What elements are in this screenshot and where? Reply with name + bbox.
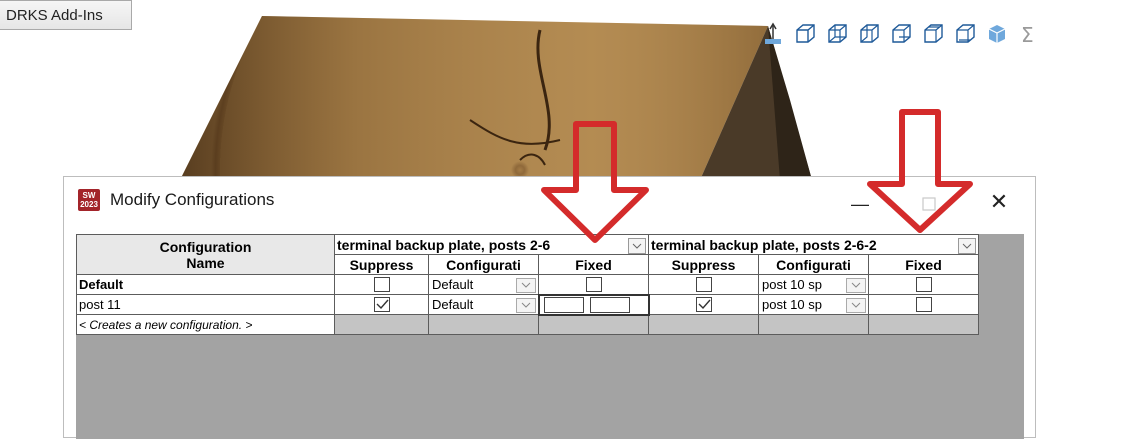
fixed-checkbox[interactable]: [585, 276, 602, 292]
config-name-cell[interactable]: post 11: [76, 294, 335, 315]
dialog-title: Modify Configurations: [110, 190, 275, 209]
suppress-checkbox[interactable]: [373, 277, 390, 292]
group-header-2[interactable]: terminal backup plate, posts 2-6-2: [648, 234, 979, 255]
suppress-checkbox-checked[interactable]: [695, 297, 712, 312]
front-view-icon[interactable]: [792, 21, 818, 47]
suppress-header: Suppress: [648, 254, 759, 275]
suppress-header: Suppress: [334, 254, 429, 275]
suppress-checkbox[interactable]: [695, 277, 712, 292]
fixed-checkbox[interactable]: [915, 277, 932, 292]
configuration-header: Configurati: [428, 254, 539, 275]
table-row-new: < Creates a new configuration. >: [76, 314, 979, 335]
close-button[interactable]: ✕: [979, 188, 1019, 216]
fixed-edit-box[interactable]: [543, 296, 584, 313]
svg-text:Σ: Σ: [1021, 23, 1034, 46]
fixed-cell[interactable]: [538, 274, 649, 295]
table-row: Default Default post 10 sp: [76, 274, 979, 295]
chevron-down-icon[interactable]: [846, 297, 866, 313]
sum-icon[interactable]: Σ: [1016, 21, 1042, 47]
solidworks-app-icon: SW 2023: [78, 189, 100, 211]
config-name-header: Configuration Name: [76, 234, 335, 275]
isometric-icon[interactable]: [984, 21, 1010, 47]
table-row: post 11 Default post 10 sp: [76, 293, 979, 316]
addins-tab-label: DRKS Add-Ins: [6, 7, 103, 24]
config-cell[interactable]: post 10 sp: [758, 294, 869, 315]
red-arrow-annotation: [541, 121, 649, 243]
config-cell[interactable]: post 10 sp: [758, 274, 869, 295]
normal-to-icon[interactable]: [760, 21, 786, 47]
config-cell[interactable]: Default: [428, 294, 539, 315]
view-toolbar: Σ: [760, 20, 1042, 48]
configuration-header: Configurati: [758, 254, 869, 275]
fixed-checkbox[interactable]: [915, 297, 932, 312]
fixed-cell[interactable]: [868, 274, 979, 295]
left-view-icon[interactable]: [856, 21, 882, 47]
fixed-header: Fixed: [538, 254, 649, 275]
configuration-table: Configuration Name terminal backup plate…: [76, 234, 979, 335]
configuration-grid: Configuration Name terminal backup plate…: [76, 234, 1024, 439]
chevron-down-icon[interactable]: [846, 277, 866, 293]
suppress-cell[interactable]: [648, 274, 759, 295]
config-cell[interactable]: Default: [428, 274, 539, 295]
suppress-cell[interactable]: [648, 294, 759, 315]
chevron-down-icon[interactable]: [515, 297, 536, 313]
fixed-cell[interactable]: [868, 294, 979, 315]
red-arrow-annotation: [867, 109, 973, 233]
config-name-cell[interactable]: Default: [76, 274, 335, 295]
back-view-icon[interactable]: [824, 21, 850, 47]
suppress-cell[interactable]: [334, 274, 429, 295]
chevron-down-icon[interactable]: [958, 238, 976, 254]
top-view-icon[interactable]: [920, 21, 946, 47]
fixed-cell-editing[interactable]: [537, 293, 650, 316]
right-view-icon[interactable]: [888, 21, 914, 47]
chevron-down-icon[interactable]: [516, 277, 536, 293]
fixed-header: Fixed: [868, 254, 979, 275]
fixed-edit-box[interactable]: [589, 296, 630, 313]
addins-tab[interactable]: DRKS Add-Ins: [0, 0, 132, 30]
bottom-view-icon[interactable]: [952, 21, 978, 47]
new-configuration-cell[interactable]: < Creates a new configuration. >: [76, 314, 335, 335]
suppress-checkbox-checked[interactable]: [373, 297, 390, 312]
suppress-cell[interactable]: [334, 294, 429, 315]
